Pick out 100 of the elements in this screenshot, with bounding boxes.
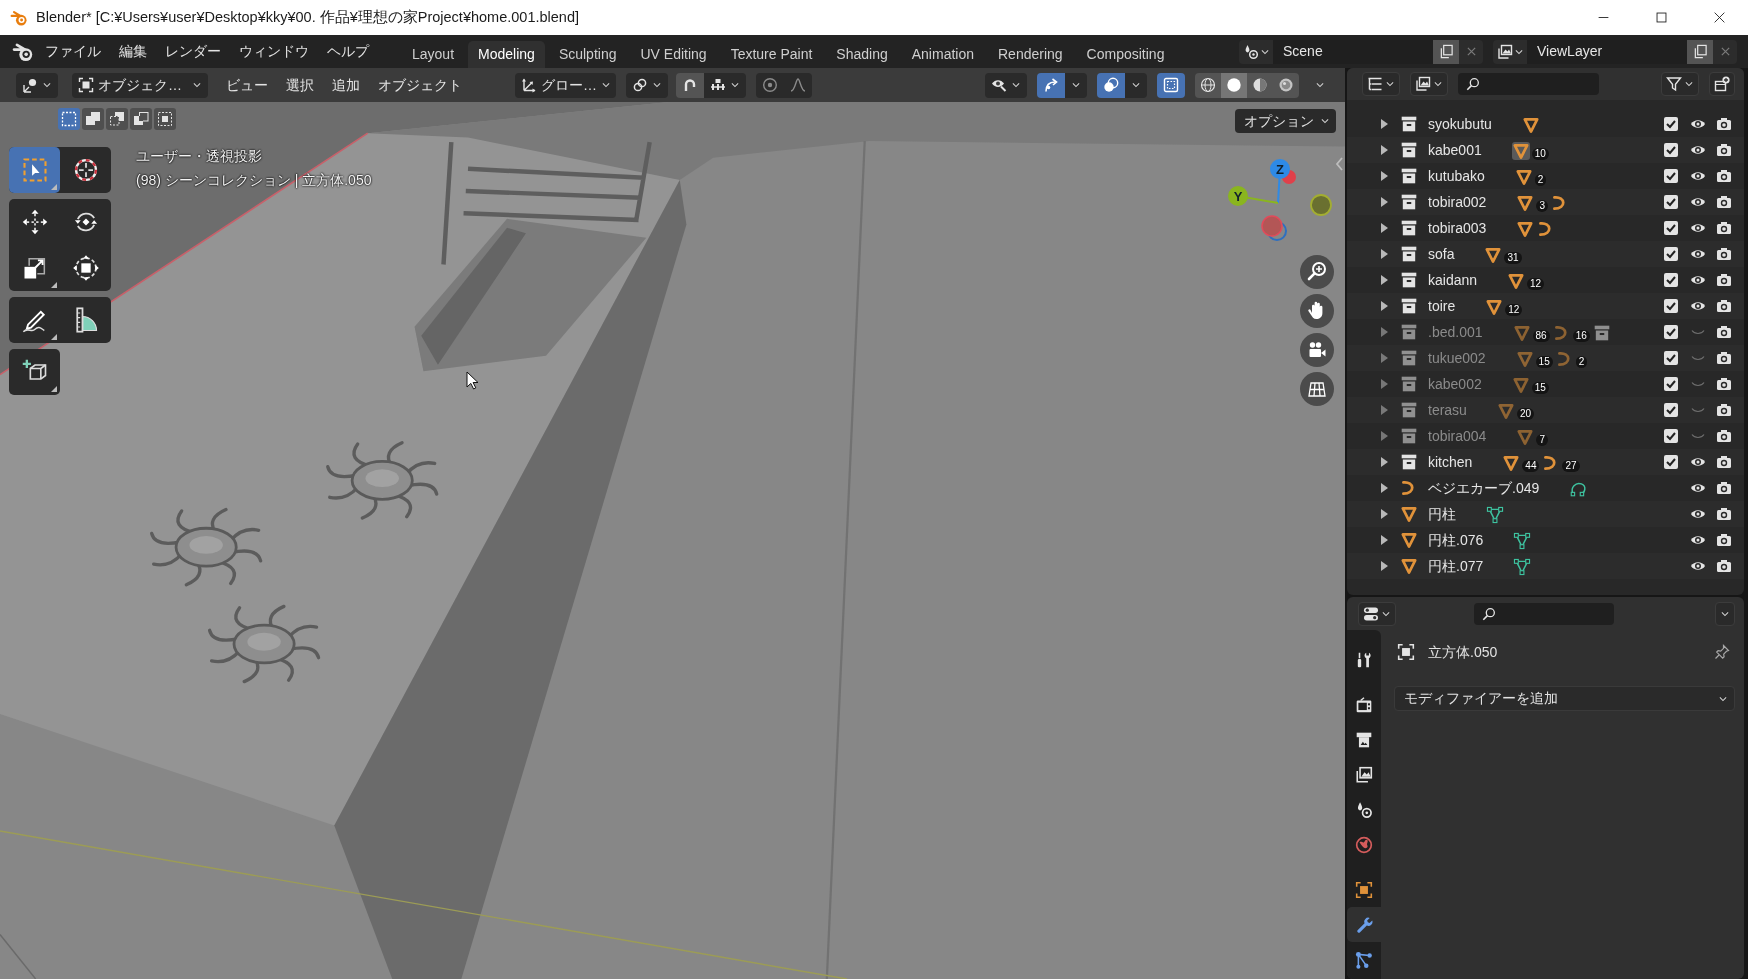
shading-mode-button[interactable] xyxy=(1221,72,1247,98)
workspace-tab[interactable]: Modeling xyxy=(468,41,545,68)
workspace-tab[interactable]: Texture Paint xyxy=(720,41,823,68)
shading-mode-button[interactable] xyxy=(1195,72,1221,98)
expand-arrow-icon[interactable] xyxy=(1379,222,1389,234)
view-layer-copy-button[interactable] xyxy=(1687,39,1713,64)
camera-icon[interactable] xyxy=(1715,558,1733,574)
select-mode-button[interactable] xyxy=(82,108,104,130)
checkbox[interactable] xyxy=(1663,116,1679,132)
camera-icon[interactable] xyxy=(1715,194,1733,210)
editor-type-dropdown[interactable] xyxy=(1358,601,1396,626)
gizmo-toggle[interactable] xyxy=(1037,72,1065,98)
select-mode-button[interactable] xyxy=(130,108,152,130)
expand-arrow-icon[interactable] xyxy=(1379,430,1389,442)
outliner-row[interactable]: 円柱.076 xyxy=(1347,527,1744,553)
outliner-row[interactable]: kabe001 10 xyxy=(1347,137,1744,163)
workspace-tab[interactable]: Sculpting xyxy=(548,41,627,68)
collection-box-icon[interactable] xyxy=(1592,324,1611,342)
camera-icon[interactable] xyxy=(1715,506,1733,522)
expand-arrow-icon[interactable] xyxy=(1379,404,1389,416)
expand-arrow-icon[interactable] xyxy=(1379,118,1389,130)
workspace-tab[interactable]: Shading xyxy=(826,41,898,68)
triangle-mesh-icon[interactable] xyxy=(1496,402,1515,420)
triangle-mesh-icon[interactable] xyxy=(1516,428,1535,446)
camera-icon[interactable] xyxy=(1715,480,1733,496)
options-dropdown[interactable] xyxy=(1715,601,1735,626)
view-layer-remove-button[interactable] xyxy=(1713,39,1737,64)
proportional-edit-toggle[interactable] xyxy=(756,72,784,98)
options-dropdown[interactable]: オプション xyxy=(1235,109,1336,133)
checkbox[interactable] xyxy=(1663,220,1679,236)
mode-dropdown[interactable]: オブジェク… xyxy=(72,72,208,98)
expand-arrow-icon[interactable] xyxy=(1379,144,1389,156)
overlay-toggle[interactable] xyxy=(1097,72,1125,98)
menu-item[interactable]: 選択 xyxy=(277,76,323,94)
view-layer-field[interactable]: ViewLayer xyxy=(1527,39,1687,64)
menu-item[interactable]: 編集 xyxy=(110,43,156,60)
outliner-row[interactable]: .bed.001 86 16 xyxy=(1347,319,1744,345)
shading-mode-button[interactable] xyxy=(1273,72,1299,98)
expand-arrow-icon[interactable] xyxy=(1379,248,1389,260)
outliner-row[interactable]: ベジエカーブ.049 xyxy=(1347,475,1744,501)
filter-dropdown[interactable] xyxy=(1661,72,1699,96)
checkbox[interactable] xyxy=(1663,272,1679,288)
mesh-vertices-icon[interactable] xyxy=(1513,532,1532,550)
camera-icon[interactable] xyxy=(1715,246,1733,262)
select-mode-button[interactable] xyxy=(58,108,80,130)
checkbox[interactable] xyxy=(1663,246,1679,262)
camera-icon[interactable] xyxy=(1715,532,1733,548)
gizmo-dropdown[interactable] xyxy=(1065,72,1087,98)
scene-browse-button[interactable] xyxy=(1239,39,1273,64)
snap-toggle[interactable] xyxy=(676,72,704,98)
checkbox[interactable] xyxy=(1663,168,1679,184)
falloff-dropdown[interactable] xyxy=(784,72,812,98)
expand-arrow-icon[interactable] xyxy=(1379,326,1389,338)
outliner-row[interactable]: kutubako 2 xyxy=(1347,163,1744,189)
triangle-mesh-icon[interactable] xyxy=(1516,220,1535,238)
triangle-mesh-icon[interactable] xyxy=(1512,324,1531,342)
outliner-row[interactable]: kaidann 12 xyxy=(1347,267,1744,293)
checkbox[interactable] xyxy=(1663,402,1679,418)
workspace-tab[interactable]: Compositing xyxy=(1076,41,1175,68)
scene-field[interactable]: Scene xyxy=(1273,39,1433,64)
triangle-mesh-icon[interactable] xyxy=(1511,142,1530,160)
checkbox[interactable] xyxy=(1663,350,1679,366)
filter-view-dropdown[interactable] xyxy=(1410,72,1448,96)
camera-icon[interactable] xyxy=(1715,454,1733,470)
select-mode-button[interactable] xyxy=(106,108,128,130)
menu-item[interactable]: ウィンドウ xyxy=(230,43,318,60)
menu-item[interactable]: レンダー xyxy=(156,43,230,60)
checkbox[interactable] xyxy=(1663,142,1679,158)
hand-icon[interactable] xyxy=(1300,294,1334,328)
mesh-vertices-icon[interactable] xyxy=(1486,506,1504,524)
camera-icon[interactable] xyxy=(1715,376,1733,392)
workspace-tab[interactable]: Rendering xyxy=(988,41,1073,68)
camera-icon[interactable] xyxy=(1715,324,1733,340)
select-mode-button[interactable] xyxy=(154,108,176,130)
camera-icon[interactable] xyxy=(1715,142,1733,158)
menu-item[interactable]: オブジェクト xyxy=(369,76,471,94)
camera-icon[interactable] xyxy=(1715,350,1733,366)
checkbox[interactable] xyxy=(1663,454,1679,470)
scene-copy-button[interactable] xyxy=(1433,39,1459,64)
outliner-row[interactable]: kitchen 44 27 xyxy=(1347,449,1744,475)
triangle-mesh-icon[interactable] xyxy=(1521,116,1540,134)
outliner-row[interactable]: tobira004 7 xyxy=(1347,423,1744,449)
expand-arrow-icon[interactable] xyxy=(1379,196,1389,208)
camera-icon[interactable] xyxy=(1715,116,1733,132)
pin-icon[interactable] xyxy=(1714,644,1730,660)
menu-item[interactable]: ファイル xyxy=(36,43,110,60)
triangle-mesh-icon[interactable] xyxy=(1514,168,1533,186)
blender-logo-icon[interactable] xyxy=(12,40,34,63)
overlay-dropdown[interactable] xyxy=(1125,72,1147,98)
outliner-row[interactable]: sofa 31 xyxy=(1347,241,1744,267)
outliner-row[interactable]: tobira002 3 xyxy=(1347,189,1744,215)
camera-icon[interactable] xyxy=(1715,220,1733,236)
triangle-mesh-icon[interactable] xyxy=(1515,350,1534,368)
editor-type-dropdown[interactable] xyxy=(16,72,58,98)
axis-handle[interactable]: Y xyxy=(1228,186,1248,206)
expand-arrow-icon[interactable] xyxy=(1379,378,1389,390)
tool-button[interactable] xyxy=(9,349,60,395)
outliner-search-field[interactable] xyxy=(1458,73,1599,95)
add-modifier-dropdown[interactable]: モディファイアーを追加 xyxy=(1394,686,1735,711)
expand-arrow-icon[interactable] xyxy=(1379,274,1389,286)
